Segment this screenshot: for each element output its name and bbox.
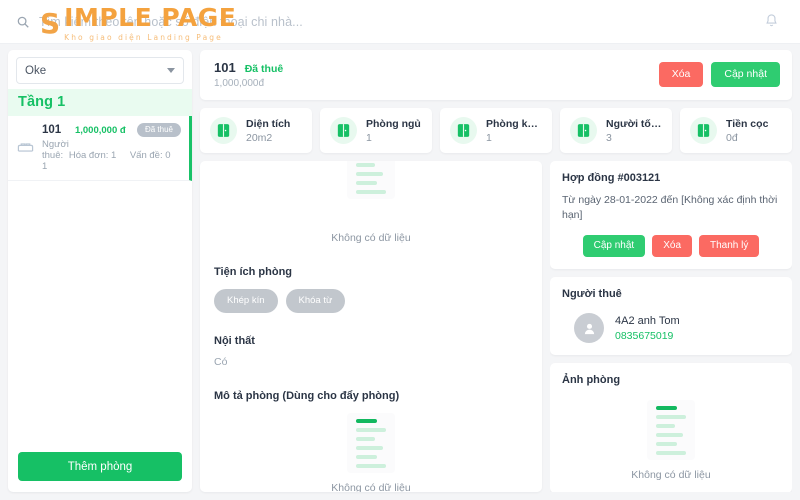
app-root: S IMPLE PAGE Kho giao diện Landing Page … <box>0 0 800 500</box>
room-issue-count: Vấn đề: 0 <box>129 150 171 161</box>
stat-card-max-people: Người tối đa 3 <box>560 108 672 153</box>
door-icon <box>210 117 237 144</box>
top-bar <box>0 0 800 44</box>
delete-contract-button[interactable]: Xóa <box>652 235 693 258</box>
stat-label: Người tối đa <box>606 117 664 130</box>
door-icon <box>450 117 477 144</box>
document-icon <box>347 413 395 473</box>
photos-card: Ảnh phòng Không có dữ liệu <box>550 363 792 492</box>
tenant-row[interactable]: 4A2 anh Tom 0835675019 <box>562 313 780 344</box>
list-item[interactable]: 101 1,000,000 đ Đã thuê Người thuê: 1 Hó… <box>8 116 192 181</box>
stat-value: 20m2 <box>246 131 273 144</box>
stat-value: 1 <box>486 131 492 144</box>
stat-value: 0đ <box>726 131 738 144</box>
page-title: 101 <box>214 60 236 75</box>
amenities-chip-list: Khép kín Khóa từ <box>214 289 528 313</box>
room-detail-inner: Không có dữ liệu Tiện ích phòng Khép kín… <box>200 161 542 492</box>
room-detail-panel[interactable]: Không có dữ liệu Tiện ích phòng Khép kín… <box>200 161 542 492</box>
empty-state-text: Không có dữ liệu <box>331 232 411 244</box>
amenities-title: Tiện ích phòng <box>214 266 293 278</box>
stats-row: Diện tích 20m2 Phòng ngủ 1 Phòng khá 1 N… <box>200 108 792 153</box>
stat-label: Tiền cọc <box>726 117 769 130</box>
room-header-card: 101 Đã thuê 1,000,000đ Xóa Cập nhật <box>200 50 792 100</box>
tenant-phone[interactable]: 0835675019 <box>615 330 680 342</box>
search-icon <box>16 15 30 29</box>
room-list: 101 1,000,000 đ Đã thuê Người thuê: 1 Hó… <box>8 116 192 443</box>
furniture-title: Nội thất <box>214 335 255 347</box>
room-code: 101 <box>42 124 62 136</box>
main-content: 101 Đã thuê 1,000,000đ Xóa Cập nhật Diện… <box>200 50 792 492</box>
photos-section-title: Ảnh phòng <box>562 374 621 387</box>
right-panel[interactable]: Hợp đồng #003121 Từ ngày 28-01-2022 đến … <box>550 161 792 492</box>
stat-label: Phòng ngủ <box>366 117 421 130</box>
document-icon <box>647 400 695 461</box>
room-header-info: 101 Đã thuê 1,000,000đ <box>214 60 659 89</box>
sidebar-footer: Thêm phòng <box>8 443 192 492</box>
amenity-chip[interactable]: Khép kín <box>214 289 278 313</box>
branch-select[interactable]: Oke <box>16 57 184 84</box>
tenant-section-title: Người thuê <box>562 288 622 301</box>
status-badge: Đã thuê <box>136 123 181 137</box>
update-room-button[interactable]: Cập nhật <box>711 62 780 87</box>
room-price: 1,000,000 đ <box>74 124 126 136</box>
bed-icon <box>17 139 34 156</box>
door-icon <box>570 117 597 144</box>
add-room-button[interactable]: Thêm phòng <box>18 452 182 481</box>
top-empty-state: Không có dữ liệu <box>214 161 528 244</box>
stat-card-bedrooms: Phòng ngủ 1 <box>320 108 432 153</box>
room-price-text: 1,000,000đ <box>214 78 265 89</box>
avatar <box>574 313 604 344</box>
room-header-actions: Xóa Cập nhật <box>658 62 780 87</box>
contract-actions: Cập nhật Xóa Thanh lý <box>562 235 780 258</box>
tenant-info: 4A2 anh Tom 0835675019 <box>615 315 680 342</box>
top-empty-icon-clip <box>347 161 395 223</box>
update-contract-button[interactable]: Cập nhật <box>582 235 646 258</box>
sidebar: Oke Tầng 1 101 1,000,000 đ Đã thuê Người… <box>8 50 192 492</box>
search-box[interactable] <box>16 14 758 29</box>
liquidate-contract-button[interactable]: Thanh lý <box>699 235 760 258</box>
room-status-text: Đã thuê <box>244 63 284 75</box>
stat-label: Diện tích <box>246 117 291 130</box>
contract-dates: Từ ngày 28-01-2022 đến [Không xác định t… <box>562 194 778 222</box>
description-title: Mô tả phòng (Dùng cho đẩy phòng) <box>214 390 400 402</box>
door-icon <box>690 117 717 144</box>
description-empty-state: Không có dữ liệu <box>214 413 528 492</box>
tenant-card: Người thuê 4A2 anh Tom 0835675019 <box>550 277 792 356</box>
door-icon <box>330 117 357 144</box>
stat-card-livingrooms: Phòng khách 1 <box>440 108 552 153</box>
stat-card-deposit: Tiền cọc 0đ <box>680 108 792 153</box>
photos-empty-state: Không có dữ liệu <box>562 400 780 481</box>
search-input[interactable] <box>39 14 379 29</box>
amenity-chip[interactable]: Khóa từ <box>285 289 346 313</box>
branch-select-value: Oke <box>25 64 47 77</box>
floor-header: Tầng 1 <box>8 89 192 116</box>
stat-value: 1 <box>366 131 372 144</box>
chevron-down-icon <box>167 68 175 73</box>
delete-room-button[interactable]: Xóa <box>658 62 704 87</box>
empty-state-text: Không có dữ liệu <box>331 482 411 492</box>
bell-icon <box>764 13 779 31</box>
room-invoice-count: Hóa đơn: 1 <box>68 150 117 161</box>
contract-title: Hợp đồng #003121 <box>562 172 661 184</box>
stat-label: Phòng khách <box>486 117 544 130</box>
room-info: 101 1,000,000 đ Đã thuê Người thuê: 1 Hó… <box>42 123 181 172</box>
furniture-value: Có <box>214 356 228 368</box>
room-tenant-count: Người thuê: 1 <box>42 139 69 172</box>
stat-value: 3 <box>606 131 612 144</box>
tenant-name: 4A2 anh Tom <box>615 314 680 327</box>
content-row: Không có dữ liệu Tiện ích phòng Khép kín… <box>200 161 792 492</box>
contract-card: Hợp đồng #003121 Từ ngày 28-01-2022 đến … <box>550 161 792 270</box>
notification-bell-button[interactable] <box>758 9 784 35</box>
document-icon <box>347 161 395 199</box>
body-split: Oke Tầng 1 101 1,000,000 đ Đã thuê Người… <box>0 44 800 500</box>
empty-state-text: Không có dữ liệu <box>631 469 711 482</box>
stat-card-area: Diện tích 20m2 <box>200 108 312 153</box>
